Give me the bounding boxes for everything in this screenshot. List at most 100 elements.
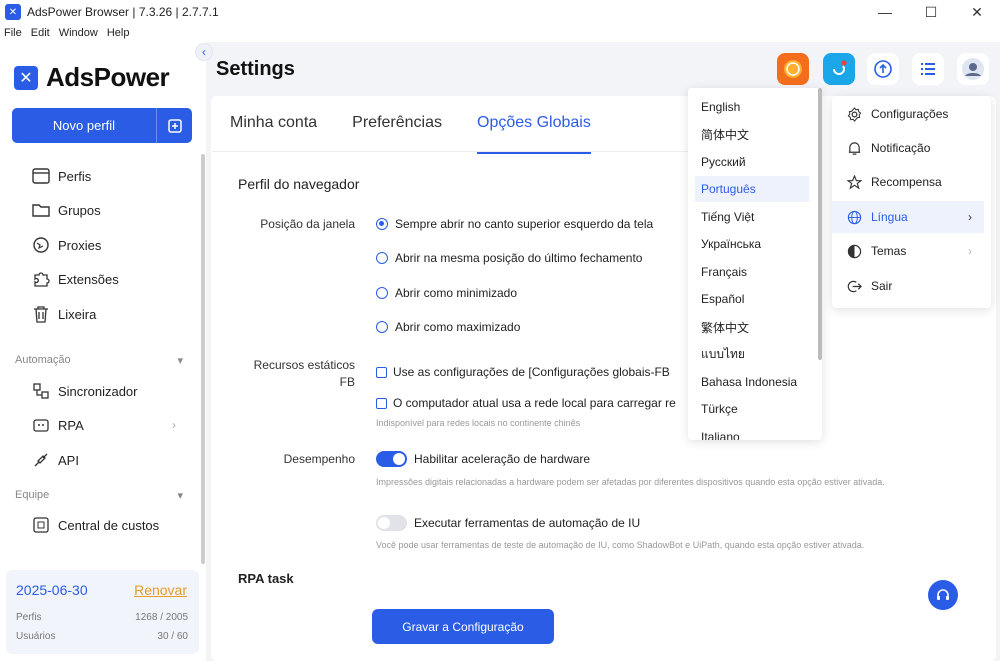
minimize-button[interactable]: — bbox=[862, 0, 908, 24]
support-chat-button[interactable] bbox=[928, 580, 958, 610]
plan-expiry-date: 2025-06-30 bbox=[16, 582, 88, 598]
window-option-top-left[interactable]: Sempre abrir no canto superior esquerdo … bbox=[376, 217, 653, 231]
sidebar-item-api[interactable]: API bbox=[32, 449, 79, 471]
menu-item-label: Temas bbox=[871, 244, 907, 258]
ui-automation-label: Executar ferramentas de automação de IU bbox=[414, 516, 641, 530]
user-dropdown: Configurações Notificação Recompensa Lín… bbox=[832, 96, 991, 308]
theme-icon bbox=[846, 243, 862, 259]
task-list-button[interactable] bbox=[912, 53, 944, 85]
window-position-label: Posição da janela bbox=[260, 217, 355, 231]
hardware-acceleration-toggle[interactable] bbox=[376, 451, 407, 467]
menu-help[interactable]: Help bbox=[107, 27, 130, 39]
tab-preferences[interactable]: Preferências bbox=[352, 114, 442, 154]
sidebar-item-proxies[interactable]: Proxies bbox=[32, 234, 101, 256]
team-section-header[interactable]: Equipe ▾ bbox=[15, 489, 183, 502]
radio-label: Abrir como maximizado bbox=[395, 320, 521, 334]
checkbox-unchecked bbox=[376, 397, 387, 409]
update-button[interactable] bbox=[823, 53, 855, 85]
window-option-minimized[interactable]: Abrir como minimizado bbox=[376, 286, 517, 300]
avatar-button[interactable] bbox=[957, 53, 989, 85]
settings-tabs: Minha conta Preferências Opções Globais bbox=[230, 114, 626, 154]
cost-icon bbox=[32, 516, 50, 534]
language-option[interactable]: Italiano bbox=[695, 424, 809, 440]
avatar-icon bbox=[962, 58, 984, 80]
radio-label: Abrir como minimizado bbox=[395, 286, 518, 300]
renew-link[interactable]: Renovar bbox=[134, 582, 187, 598]
new-profile-batch-button[interactable] bbox=[156, 108, 192, 143]
menu-item-themes[interactable]: Temas › bbox=[832, 235, 984, 267]
plan-profiles-value: 1268 / 2005 bbox=[135, 612, 188, 623]
ui-automation-toggle[interactable] bbox=[376, 515, 407, 531]
coin-reward-button[interactable] bbox=[777, 53, 809, 85]
menu-item-language[interactable]: Língua › bbox=[832, 201, 984, 233]
language-option[interactable]: 繁体中文 bbox=[695, 314, 809, 340]
checkbox-unchecked bbox=[376, 366, 387, 378]
menu-item-settings[interactable]: Configurações bbox=[832, 98, 984, 130]
sidebar-item-label: Proxies bbox=[58, 237, 102, 253]
static-hint: Indisponível para redes locais no contin… bbox=[376, 418, 581, 428]
upload-icon bbox=[874, 60, 892, 78]
chevron-down-icon: ▾ bbox=[177, 490, 183, 502]
sidebar-item-extensions[interactable]: Extensões bbox=[32, 268, 119, 290]
sidebar-item-label: API bbox=[58, 452, 79, 468]
save-settings-button[interactable]: Gravar a Configuração bbox=[372, 609, 554, 644]
ui-automation-hint: Você pode usar ferramentas de teste de a… bbox=[376, 540, 865, 550]
collapse-sidebar-button[interactable]: ‹ bbox=[195, 43, 213, 61]
language-option[interactable]: English bbox=[695, 94, 809, 120]
radio-unchecked bbox=[376, 252, 388, 264]
plan-box: 2025-06-30 Renovar Perfis 1268 / 2005 Us… bbox=[6, 570, 199, 654]
sidebar: ✕ AdsPower Novo perfil Perfis Grupos Pro… bbox=[0, 42, 206, 661]
tab-my-account[interactable]: Minha conta bbox=[230, 114, 317, 154]
radio-unchecked bbox=[376, 287, 388, 299]
sidebar-item-rpa[interactable]: RPA › bbox=[32, 414, 176, 436]
close-button[interactable]: ✕ bbox=[954, 0, 1000, 24]
static-option-global-config[interactable]: Use as configurações de [Configurações g… bbox=[376, 365, 670, 379]
automation-section-header[interactable]: Automação ▾ bbox=[15, 354, 183, 367]
menu-item-notifications[interactable]: Notificação bbox=[832, 132, 984, 164]
sidebar-item-groups[interactable]: Grupos bbox=[32, 199, 101, 221]
language-option[interactable]: Español bbox=[695, 286, 809, 312]
sidebar-item-profiles[interactable]: Perfis bbox=[32, 165, 91, 187]
language-option[interactable]: แบบไทย bbox=[695, 341, 809, 367]
language-option[interactable]: Bahasa Indonesia bbox=[695, 369, 809, 395]
menu-file[interactable]: File bbox=[4, 27, 22, 39]
upload-button[interactable] bbox=[867, 53, 899, 85]
sync-icon bbox=[32, 382, 50, 400]
window-option-maximized[interactable]: Abrir como maximizado bbox=[376, 320, 520, 334]
tab-global-options[interactable]: Opções Globais bbox=[477, 114, 591, 154]
language-option[interactable]: Українська bbox=[695, 231, 809, 257]
chevron-right-icon: › bbox=[968, 210, 972, 224]
language-option[interactable]: Tiếng Việt bbox=[695, 204, 809, 230]
maximize-button[interactable]: ☐ bbox=[908, 0, 954, 24]
new-profile-button[interactable]: Novo perfil bbox=[12, 108, 156, 143]
sidebar-scrollbar[interactable] bbox=[201, 154, 205, 564]
language-option[interactable]: Français bbox=[695, 259, 809, 285]
menu-item-rewards[interactable]: Recompensa bbox=[832, 166, 984, 198]
folder-icon bbox=[32, 201, 50, 219]
plan-users-label: Usuários bbox=[16, 631, 56, 642]
plan-users-row: Usuários 30 / 60 bbox=[16, 631, 188, 642]
menu-edit[interactable]: Edit bbox=[31, 27, 50, 39]
sidebar-item-cost-center[interactable]: Central de custos bbox=[32, 514, 159, 536]
window-option-last-position[interactable]: Abrir na mesma posição do último fechame… bbox=[376, 251, 642, 265]
hardware-acceleration-toggle-row: Habilitar aceleração de hardware bbox=[376, 451, 590, 467]
static-option-local-network[interactable]: O computador atual usa a rede local para… bbox=[376, 396, 676, 410]
language-option[interactable]: Русский bbox=[695, 149, 809, 175]
performance-label: Desempenho bbox=[283, 452, 355, 466]
plan-profiles-label: Perfis bbox=[16, 612, 42, 623]
language-scrollbar[interactable] bbox=[818, 88, 822, 360]
star-icon bbox=[846, 174, 862, 190]
language-option-selected[interactable]: Português bbox=[695, 176, 809, 202]
sidebar-item-synchronizer[interactable]: Sincronizador bbox=[32, 380, 138, 402]
radio-label: Sempre abrir no canto superior esquerdo … bbox=[395, 217, 654, 231]
sidebar-item-trash[interactable]: Lixeira bbox=[32, 303, 96, 325]
menu-item-logout[interactable]: Sair bbox=[832, 270, 984, 302]
chevron-left-icon: ‹ bbox=[202, 45, 206, 59]
plan-users-value: 30 / 60 bbox=[157, 631, 188, 642]
menu-window[interactable]: Window bbox=[59, 27, 98, 39]
sidebar-item-label: Sincronizador bbox=[58, 383, 138, 399]
checkbox-label: Use as configurações de [Configurações g… bbox=[393, 365, 670, 379]
sidebar-item-label: Grupos bbox=[58, 202, 101, 218]
language-option[interactable]: 简体中文 bbox=[695, 121, 809, 147]
language-option[interactable]: Türkçe bbox=[695, 396, 809, 422]
